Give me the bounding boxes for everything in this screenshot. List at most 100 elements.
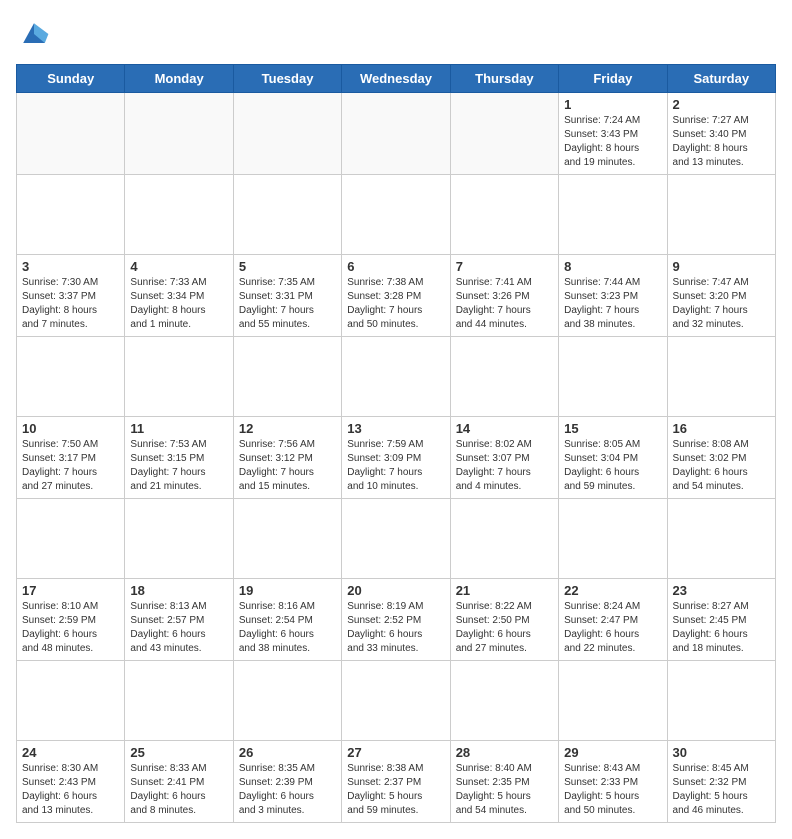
- day-info: Sunrise: 8:05 AM Sunset: 3:04 PM Dayligh…: [564, 438, 661, 494]
- calendar-cell: 27Sunrise: 8:38 AM Sunset: 2:37 PM Dayli…: [342, 741, 450, 823]
- day-info: Sunrise: 7:33 AM Sunset: 3:34 PM Dayligh…: [130, 276, 227, 332]
- calendar-cell: 14Sunrise: 8:02 AM Sunset: 3:07 PM Dayli…: [450, 417, 558, 499]
- day-number: 17: [22, 583, 119, 598]
- day-info: Sunrise: 8:45 AM Sunset: 2:32 PM Dayligh…: [673, 762, 770, 818]
- calendar-table: SundayMondayTuesdayWednesdayThursdayFrid…: [16, 64, 776, 823]
- day-number: 14: [456, 421, 553, 436]
- calendar-cell: [342, 93, 450, 175]
- calendar-cell: 5 Sunrise: 7:35 AM Sunset: 3:31 PM Daylig…: [233, 255, 341, 337]
- day-number: 1: [564, 97, 661, 112]
- day-info: Sunrise: 8:35 AM Sunset: 2:39 PM Dayligh…: [239, 762, 336, 818]
- calendar-cell: 28 Sunrise: 8:40 AM Sunset: 2:35 PM Dayli…: [450, 741, 558, 823]
- day-info: Sunrise: 7:27 AM Sunset: 3:40 PM Dayligh…: [673, 114, 770, 170]
- day-info: Sunrise: 8:40 AM Sunset: 2:35 PM Dayligh…: [456, 762, 553, 818]
- day-info: Sunrise: 8:24 AM Sunset: 2:47 PM Dayligh…: [564, 600, 661, 656]
- day-info: Sunrise: 8:27 AM Sunset: 2:45 PM Dayligh…: [673, 600, 770, 656]
- day-info: Sunrise: 8:33 AM Sunset: 2:41 PM Dayligh…: [130, 762, 227, 818]
- day-number: 7: [456, 259, 553, 274]
- row-separator: [17, 337, 776, 417]
- day-number: 18: [130, 583, 227, 598]
- calendar-cell: 2 Sunrise: 7:27 AM Sunset: 3:40 PM Daylig…: [667, 93, 775, 175]
- calendar-cell: 22 Sunrise: 8:24 AM Sunset: 2:47 PM Dayli…: [559, 579, 667, 661]
- day-number: 16: [673, 421, 770, 436]
- calendar-cell: 20 Sunrise: 8:19 AM Sunset: 2:52 PM Dayli…: [342, 579, 450, 661]
- calendar-cell: 11Sunrise: 7:53 AM Sunset: 3:15 PM Dayli…: [125, 417, 233, 499]
- day-number: 6: [347, 259, 444, 274]
- day-number: 22: [564, 583, 661, 598]
- calendar-cell: 24 Sunrise: 8:30 AM Sunset: 2:43 PM Dayli…: [17, 741, 125, 823]
- calendar-cell: 8Sunrise: 7:44 AM Sunset: 3:23 PM Daylig…: [559, 255, 667, 337]
- calendar-cell: 13 Sunrise: 7:59 AM Sunset: 3:09 PM Dayli…: [342, 417, 450, 499]
- logo: [16, 16, 56, 52]
- day-number: 15: [564, 421, 661, 436]
- day-number: 26: [239, 745, 336, 760]
- day-number: 9: [673, 259, 770, 274]
- day-info: Sunrise: 7:30 AM Sunset: 3:37 PM Dayligh…: [22, 276, 119, 332]
- day-info: Sunrise: 8:30 AM Sunset: 2:43 PM Dayligh…: [22, 762, 119, 818]
- day-number: 2: [673, 97, 770, 112]
- day-info: Sunrise: 8:19 AM Sunset: 2:52 PM Dayligh…: [347, 600, 444, 656]
- calendar-cell: 15 Sunrise: 8:05 AM Sunset: 3:04 PM Dayli…: [559, 417, 667, 499]
- calendar-cell: 30 Sunrise: 8:45 AM Sunset: 2:32 PM Dayli…: [667, 741, 775, 823]
- day-number: 21: [456, 583, 553, 598]
- calendar-cell: 29 Sunrise: 8:43 AM Sunset: 2:33 PM Dayli…: [559, 741, 667, 823]
- day-info: Sunrise: 7:41 AM Sunset: 3:26 PM Dayligh…: [456, 276, 553, 332]
- calendar-cell: [17, 93, 125, 175]
- day-info: Sunrise: 8:10 AM Sunset: 2:59 PM Dayligh…: [22, 600, 119, 656]
- day-number: 28: [456, 745, 553, 760]
- calendar-week-row-2: 3 Sunrise: 7:30 AM Sunset: 3:37 PM Daylig…: [17, 255, 776, 337]
- calendar-cell: 23 Sunrise: 8:27 AM Sunset: 2:45 PM Dayli…: [667, 579, 775, 661]
- day-number: 11: [130, 421, 227, 436]
- day-info: Sunrise: 7:44 AM Sunset: 3:23 PM Dayligh…: [564, 276, 661, 332]
- day-number: 27: [347, 745, 444, 760]
- calendar-cell: 26 Sunrise: 8:35 AM Sunset: 2:39 PM Dayli…: [233, 741, 341, 823]
- day-number: 23: [673, 583, 770, 598]
- day-info: Sunrise: 8:13 AM Sunset: 2:57 PM Dayligh…: [130, 600, 227, 656]
- calendar-cell: 17 Sunrise: 8:10 AM Sunset: 2:59 PM Dayli…: [17, 579, 125, 661]
- day-info: Sunrise: 7:38 AM Sunset: 3:28 PM Dayligh…: [347, 276, 444, 332]
- calendar-cell: 21 Sunrise: 8:22 AM Sunset: 2:50 PM Dayli…: [450, 579, 558, 661]
- calendar-header-row: SundayMondayTuesdayWednesdayThursdayFrid…: [17, 65, 776, 93]
- calendar-cell: 16 Sunrise: 8:08 AM Sunset: 3:02 PM Dayli…: [667, 417, 775, 499]
- day-number: 29: [564, 745, 661, 760]
- calendar-cell: 10 Sunrise: 7:50 AM Sunset: 3:17 PM Dayli…: [17, 417, 125, 499]
- calendar-cell: [450, 93, 558, 175]
- row-separator: [17, 175, 776, 255]
- day-number: 30: [673, 745, 770, 760]
- calendar-week-row-3: 10 Sunrise: 7:50 AM Sunset: 3:17 PM Dayli…: [17, 417, 776, 499]
- calendar-cell: 1 Sunrise: 7:24 AM Sunset: 3:43 PM Daylig…: [559, 93, 667, 175]
- day-info: Sunrise: 7:50 AM Sunset: 3:17 PM Dayligh…: [22, 438, 119, 494]
- weekday-header-wednesday: Wednesday: [342, 65, 450, 93]
- day-info: Sunrise: 7:47 AM Sunset: 3:20 PM Dayligh…: [673, 276, 770, 332]
- weekday-header-friday: Friday: [559, 65, 667, 93]
- day-number: 4: [130, 259, 227, 274]
- day-number: 12: [239, 421, 336, 436]
- calendar-cell: 25Sunrise: 8:33 AM Sunset: 2:41 PM Dayli…: [125, 741, 233, 823]
- row-separator: [17, 499, 776, 579]
- calendar-cell: 18 Sunrise: 8:13 AM Sunset: 2:57 PM Dayli…: [125, 579, 233, 661]
- day-number: 20: [347, 583, 444, 598]
- day-info: Sunrise: 8:43 AM Sunset: 2:33 PM Dayligh…: [564, 762, 661, 818]
- calendar-cell: 19Sunrise: 8:16 AM Sunset: 2:54 PM Dayli…: [233, 579, 341, 661]
- calendar-cell: 4 Sunrise: 7:33 AM Sunset: 3:34 PM Daylig…: [125, 255, 233, 337]
- calendar-cell: 7 Sunrise: 7:41 AM Sunset: 3:26 PM Daylig…: [450, 255, 558, 337]
- calendar-week-row-1: 1 Sunrise: 7:24 AM Sunset: 3:43 PM Daylig…: [17, 93, 776, 175]
- calendar-cell: [233, 93, 341, 175]
- day-info: Sunrise: 7:35 AM Sunset: 3:31 PM Dayligh…: [239, 276, 336, 332]
- day-number: 5: [239, 259, 336, 274]
- day-info: Sunrise: 7:24 AM Sunset: 3:43 PM Dayligh…: [564, 114, 661, 170]
- day-info: Sunrise: 8:22 AM Sunset: 2:50 PM Dayligh…: [456, 600, 553, 656]
- calendar-cell: [125, 93, 233, 175]
- day-number: 19: [239, 583, 336, 598]
- calendar-cell: 6 Sunrise: 7:38 AM Sunset: 3:28 PM Daylig…: [342, 255, 450, 337]
- calendar-week-row-4: 17 Sunrise: 8:10 AM Sunset: 2:59 PM Dayli…: [17, 579, 776, 661]
- day-info: Sunrise: 8:08 AM Sunset: 3:02 PM Dayligh…: [673, 438, 770, 494]
- day-info: Sunrise: 7:59 AM Sunset: 3:09 PM Dayligh…: [347, 438, 444, 494]
- day-number: 3: [22, 259, 119, 274]
- day-number: 24: [22, 745, 119, 760]
- day-number: 10: [22, 421, 119, 436]
- weekday-header-sunday: Sunday: [17, 65, 125, 93]
- day-number: 13: [347, 421, 444, 436]
- day-info: Sunrise: 7:56 AM Sunset: 3:12 PM Dayligh…: [239, 438, 336, 494]
- calendar-cell: 9 Sunrise: 7:47 AM Sunset: 3:20 PM Daylig…: [667, 255, 775, 337]
